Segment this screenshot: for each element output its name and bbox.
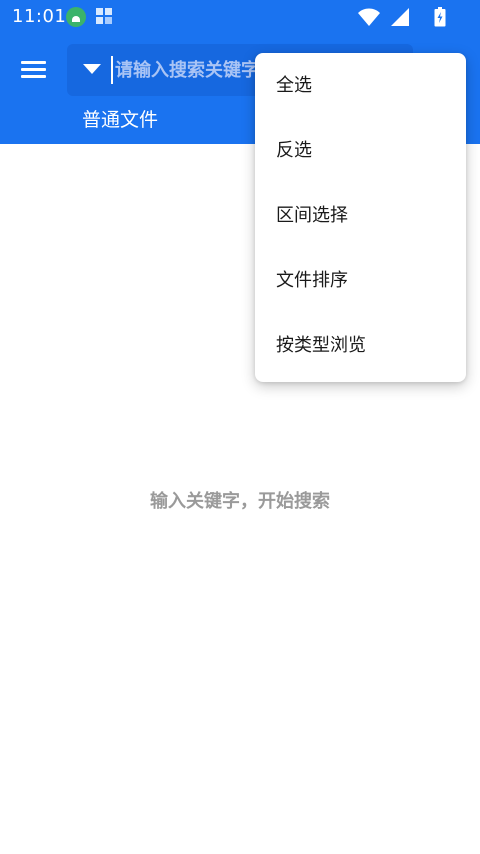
menu-item-invert-selection[interactable]: 反选 (255, 118, 466, 183)
dropdown-arrow-icon[interactable] (83, 64, 101, 74)
app-screen: 11:01 请输入搜索关键字 普通文件 输入关键字，开始搜索 全选 反选 区间选… (0, 0, 480, 854)
menu-item-browse-by-type[interactable]: 按类型浏览 (255, 313, 466, 378)
overflow-popup-menu: 全选 反选 区间选择 文件排序 按类型浏览 (255, 53, 466, 382)
empty-state-hint: 输入关键字，开始搜索 (150, 491, 330, 512)
tab-normal-files[interactable]: 普通文件 (82, 105, 158, 132)
menu-item-range-select[interactable]: 区间选择 (255, 183, 466, 248)
wifi-icon (358, 8, 380, 26)
hamburger-icon (21, 61, 46, 64)
status-icons (326, 7, 446, 27)
battery-icon (434, 7, 446, 27)
menu-item-select-all[interactable]: 全选 (255, 53, 466, 118)
menu-item-sort-files[interactable]: 文件排序 (255, 248, 466, 313)
status-bar: 11:01 (0, 0, 480, 34)
signal-icon (391, 8, 409, 26)
status-time: 11:01 (12, 6, 67, 27)
grid-notification-icon (96, 8, 114, 26)
hamburger-menu-button[interactable] (14, 52, 54, 88)
app-notification-icon (66, 7, 86, 27)
